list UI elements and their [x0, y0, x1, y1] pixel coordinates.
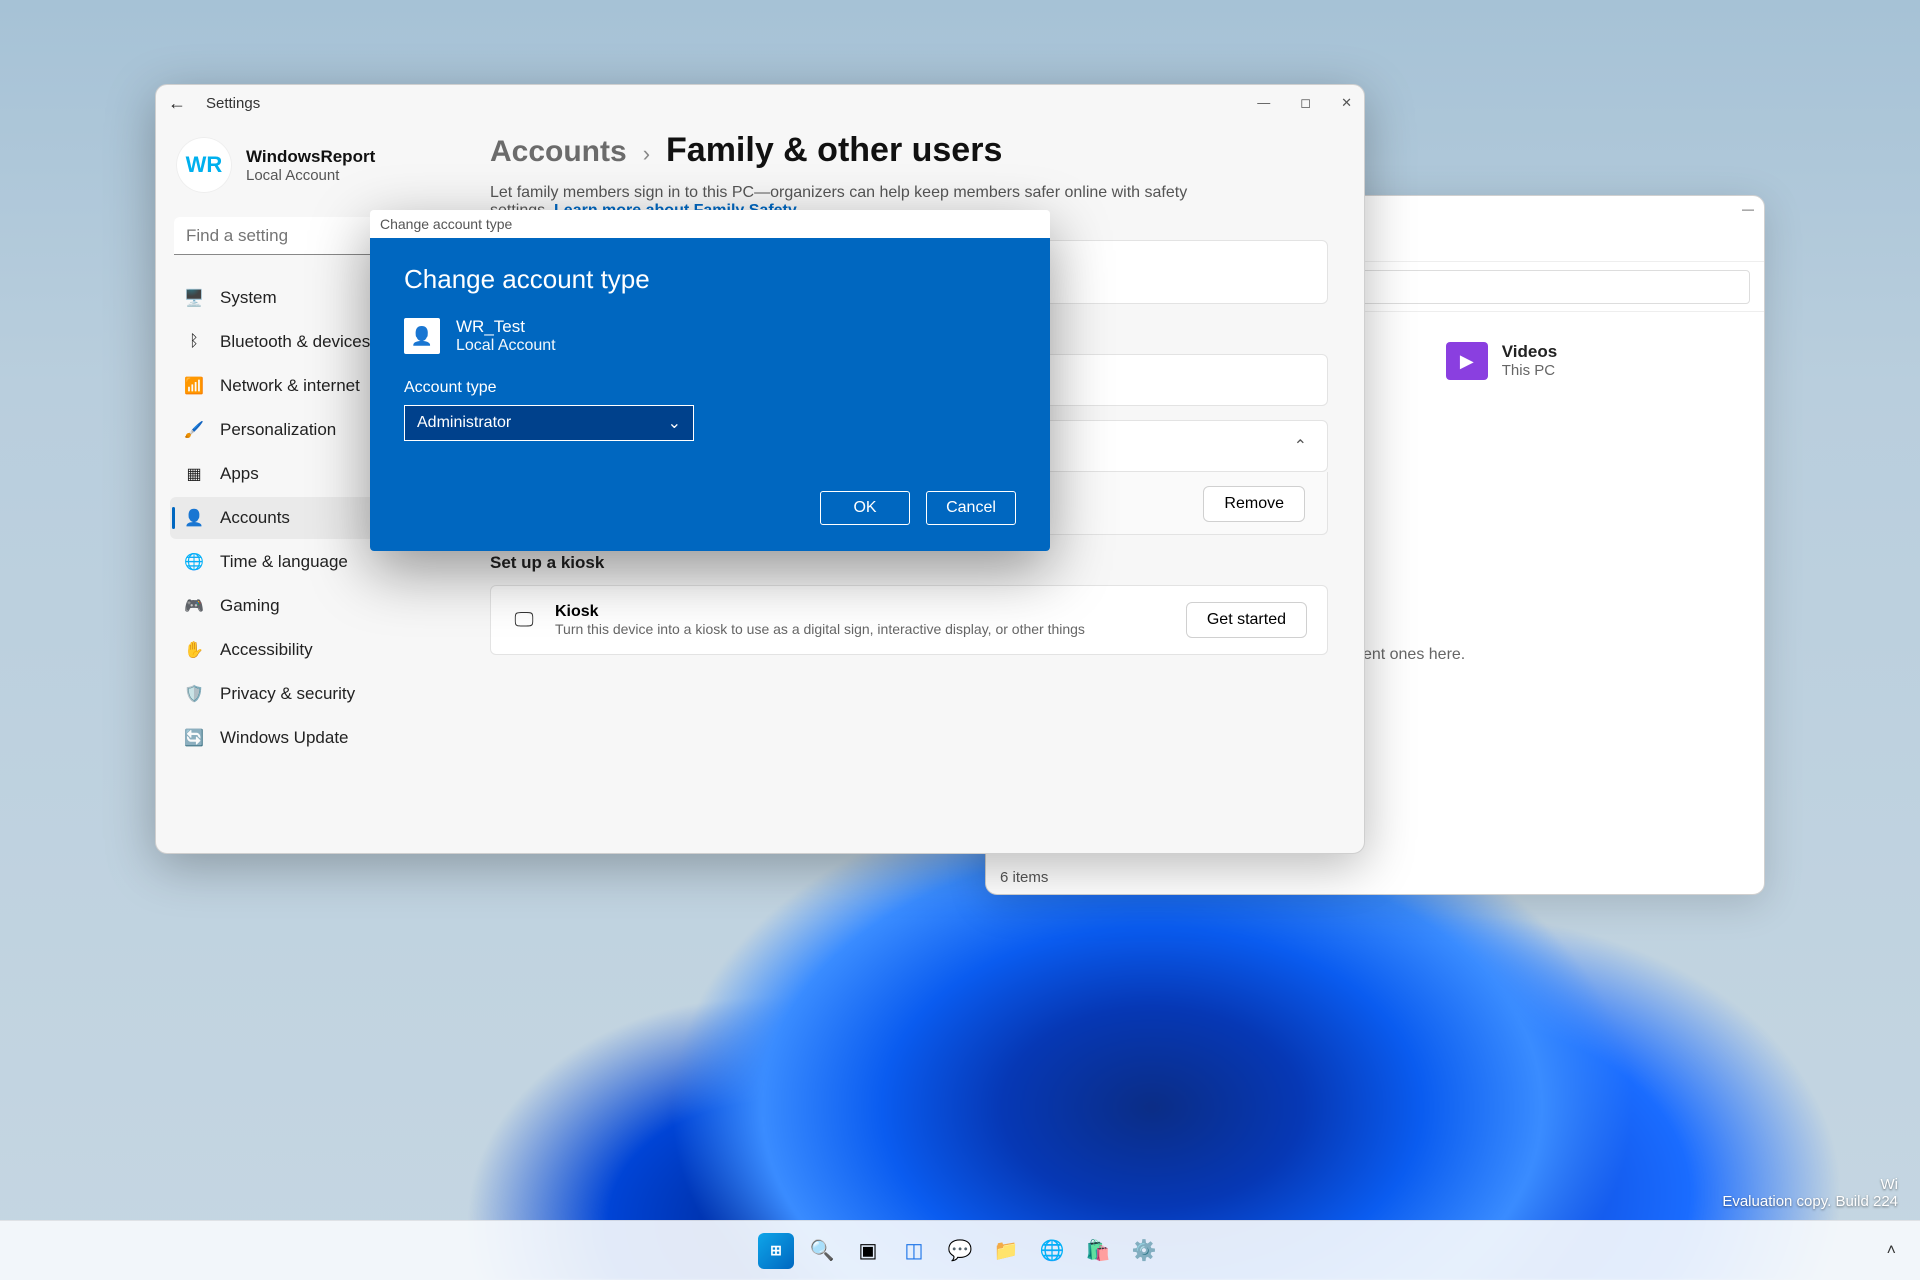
minimize-button[interactable]: — — [1742, 202, 1754, 210]
crumb-parent[interactable]: Accounts — [490, 135, 627, 169]
folder-label: Videos — [1502, 342, 1557, 362]
nav-label: Privacy & security — [220, 684, 355, 704]
minimize-button[interactable]: — — [1257, 95, 1270, 111]
nav-icon: 🔄 — [184, 728, 204, 748]
nav-icon: ✋ — [184, 640, 204, 660]
nav-label: Apps — [220, 464, 259, 484]
nav-label: Accessibility — [220, 640, 313, 660]
page-title: Family & other users — [666, 131, 1002, 170]
ok-button[interactable]: OK — [820, 491, 910, 525]
nav-label: Windows Update — [220, 728, 349, 748]
maximize-button[interactable]: ◻ — [1300, 95, 1311, 111]
chat-button[interactable]: 💬 — [942, 1233, 978, 1269]
nav-label: System — [220, 288, 277, 308]
nav-label: Time & language — [220, 552, 348, 572]
change-account-type-dialog: Change account type Change account type … — [370, 210, 1050, 551]
start-button[interactable]: ⊞ — [758, 1233, 794, 1269]
task-view-button[interactable]: ▣ — [850, 1233, 886, 1269]
back-button[interactable]: ← — [168, 93, 188, 114]
nav-icon: 🖌️ — [184, 420, 204, 440]
kiosk-card: 🖵 Kiosk Turn this device into a kiosk to… — [490, 585, 1328, 655]
nav-label: Personalization — [220, 420, 336, 440]
build-watermark: Wi Evaluation copy. Build 224 — [1722, 1176, 1898, 1210]
taskbar-search[interactable]: 🔍 — [804, 1233, 840, 1269]
edge-button[interactable]: 🌐 — [1034, 1233, 1070, 1269]
nav-icon: 👤 — [184, 508, 204, 528]
get-started-button[interactable]: Get started — [1186, 602, 1307, 638]
widgets-button[interactable]: ◫ — [896, 1233, 932, 1269]
taskbar: ⊞ 🔍 ▣ ◫ 💬 📁 🌐 🛍️ ⚙️ ˄ — [0, 1220, 1920, 1280]
profile-block[interactable]: WR WindowsReport Local Account — [176, 137, 446, 193]
sidebar-item-privacy-security[interactable]: 🛡️ Privacy & security — [170, 673, 452, 715]
dialog-user-sub: Local Account — [456, 337, 556, 355]
nav-icon: ▦ — [184, 464, 204, 484]
remove-button[interactable]: Remove — [1203, 486, 1305, 522]
cancel-button[interactable]: Cancel — [926, 491, 1016, 525]
nav-icon: 🌐 — [184, 552, 204, 572]
sidebar-item-gaming[interactable]: 🎮 Gaming — [170, 585, 452, 627]
nav-icon: 🎮 — [184, 596, 204, 616]
breadcrumb: Accounts › Family & other users — [490, 131, 1328, 170]
profile-avatar: WR — [176, 137, 232, 193]
tray-chevron-icon[interactable]: ˄ — [1887, 1242, 1896, 1260]
nav-label: Network & internet — [220, 376, 360, 396]
profile-name: WindowsReport — [246, 147, 375, 167]
chevron-right-icon: › — [643, 141, 650, 167]
settings-titlebar: ← Settings — ◻ ✕ — [156, 85, 1364, 121]
nav-label: Gaming — [220, 596, 280, 616]
kiosk-icon: 🖵 — [511, 609, 537, 632]
account-type-label: Account type — [404, 379, 1016, 397]
dialog-heading: Change account type — [404, 264, 1016, 295]
nav-label: Accounts — [220, 508, 290, 528]
chevron-up-icon: ⌃ — [1294, 436, 1307, 456]
dialog-user-name: WR_Test — [456, 317, 556, 337]
nav-label: Bluetooth & devices — [220, 332, 370, 352]
store-button[interactable]: 🛍️ — [1080, 1233, 1116, 1269]
nav-icon: 🖥️ — [184, 288, 204, 308]
user-icon: 👤 — [404, 318, 440, 354]
chevron-down-icon: ⌄ — [668, 413, 681, 433]
close-button[interactable]: ✕ — [1341, 95, 1352, 111]
settings-button[interactable]: ⚙️ — [1126, 1233, 1162, 1269]
nav-icon: 🛡️ — [184, 684, 204, 704]
status-bar: 6 items — [1000, 869, 1048, 886]
videos-icon: ▶ — [1446, 342, 1488, 380]
sidebar-item-windows-update[interactable]: 🔄 Windows Update — [170, 717, 452, 759]
folder-videos[interactable]: ▶ Videos This PC — [1446, 342, 1557, 395]
account-type-select[interactable]: Administrator ⌄ — [404, 405, 694, 441]
file-explorer-button[interactable]: 📁 — [988, 1233, 1024, 1269]
app-title: Settings — [206, 95, 260, 112]
profile-sub: Local Account — [246, 167, 375, 184]
kiosk-heading: Set up a kiosk — [490, 553, 1328, 573]
nav-icon: ᛒ — [184, 333, 204, 351]
nav-icon: 📶 — [184, 376, 204, 396]
sidebar-item-accessibility[interactable]: ✋ Accessibility — [170, 629, 452, 671]
dialog-titlebar: Change account type — [370, 210, 1050, 238]
